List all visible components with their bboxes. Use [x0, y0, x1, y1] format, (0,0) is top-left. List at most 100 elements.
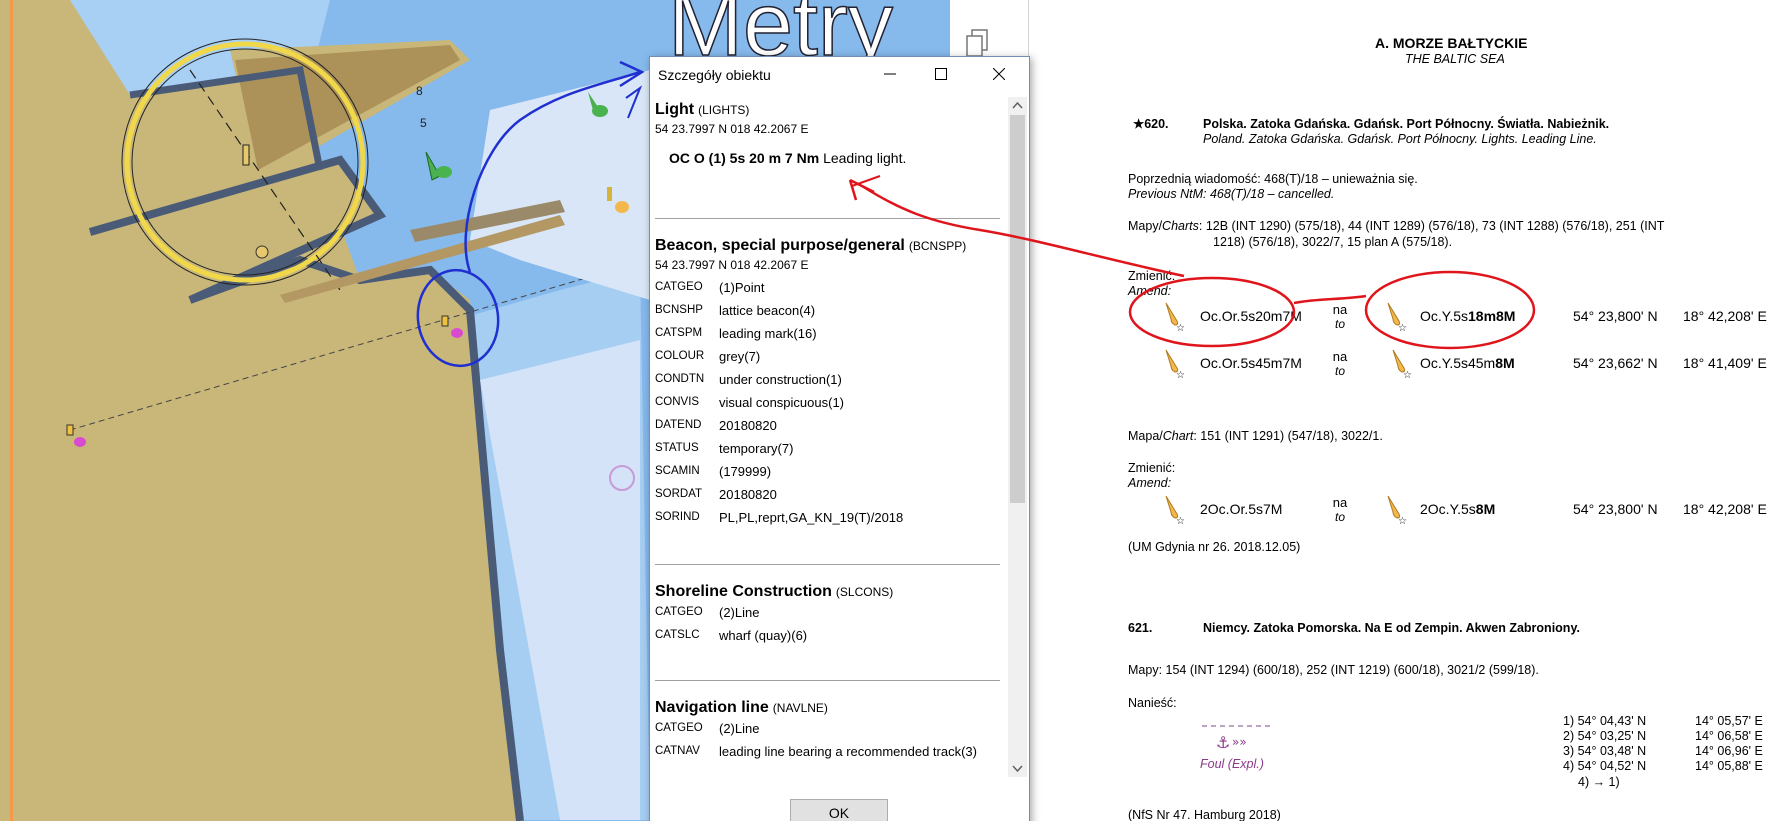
close-button[interactable]: [970, 57, 1028, 91]
attr-row: CONVIS visual conspicuous(1): [655, 395, 845, 410]
row3-na-to: na to: [1332, 495, 1348, 524]
light-flare-icon: ☆: [1165, 495, 1185, 524]
dialog-scrollbar[interactable]: [1008, 97, 1027, 777]
notice-620-number: ★620.: [1133, 117, 1169, 131]
svg-text:⚓: ⚓: [1216, 733, 1230, 752]
light-flare-icon: ☆: [1387, 495, 1407, 524]
notice-621-title: Niemcy. Zatoka Pomorska. Na E od Zempin.…: [1203, 621, 1580, 635]
svg-text:☆: ☆: [1403, 370, 1412, 378]
scroll-down-icon[interactable]: [1012, 765, 1023, 773]
attr-row: CONDTN under construction(1): [655, 372, 842, 387]
attr-row: CATSPM leading mark(16): [655, 326, 817, 341]
separator: [655, 218, 1000, 219]
svg-text:☆: ☆: [1398, 323, 1407, 331]
section-position: 54 23.7997 N 018 42.2067 E: [655, 258, 809, 272]
light-flare-icon: ☆: [1392, 349, 1412, 378]
row3-lat: 54° 23,800' N: [1573, 501, 1658, 517]
attr-row: CATSLC wharf (quay)(6): [655, 628, 808, 643]
notice-620-title-en: Poland. Zatoka Gdańska. Gdańsk. Port Pół…: [1203, 132, 1597, 146]
section-title: Shoreline Construction (SLCONS): [655, 583, 894, 600]
section-position: 54 23.7997 N 018 42.2067 E: [655, 122, 809, 136]
sounding-2: 5: [420, 116, 427, 130]
chart2-line: Mapa/Chart: 151 (INT 1291) (547/18), 302…: [1128, 429, 1383, 443]
dialog-titlebar[interactable]: Szczegóły obiektu: [650, 57, 1029, 91]
object-details-dialog[interactable]: Szczegóły obiektu Light (LIGHTS) 54 23.79…: [649, 56, 1030, 821]
svg-text:»»: »»: [1232, 735, 1247, 749]
separator: [655, 564, 1000, 565]
light-flare-icon: ☆: [1165, 349, 1185, 378]
close-polygon: 4) → 1): [1578, 775, 1620, 789]
section-beacon: Beacon, special purpose/general (BCNSPP) …: [655, 237, 1000, 529]
section-title: Beacon, special purpose/general (BCNSPP): [655, 237, 967, 254]
light-description: OC O (1) 5s 20 m 7 Nm Leading light.: [669, 150, 907, 166]
light-flare-icon: ☆: [1387, 302, 1407, 331]
separator: [655, 680, 1000, 681]
sounding-1: 8: [416, 84, 423, 98]
attr-row: CATGEO (2)Line: [655, 605, 760, 620]
section-shoreline: Shoreline Construction (SLCONS) CATGEO (2)…: [655, 583, 1000, 647]
dialog-content[interactable]: Light (LIGHTS) 54 23.7997 N 018 42.2067 E…: [650, 91, 1007, 769]
row2-from: Oc.Or.5s45m7M: [1200, 355, 1302, 371]
attr-row: BCNSHP lattice beacon(4): [655, 303, 816, 318]
row1-from: Oc.Or.5s20m7M: [1200, 308, 1302, 324]
point-3-lat: 3) 54° 03,48' N: [1563, 744, 1647, 758]
row1-lat: 54° 23,800' N: [1573, 308, 1658, 324]
notice-to-mariners-document[interactable]: A. MORZE BAŁTYCKIE THE BALTIC SEA ★620. …: [950, 0, 1791, 821]
row1-na-to: na to: [1332, 302, 1348, 331]
notice-620-prev-en: Previous NtM: 468(T)/18 – cancelled.: [1128, 187, 1335, 201]
amend2-label-en: Amend:: [1128, 476, 1172, 490]
point-2-lon: 14° 06,58' E: [1695, 729, 1763, 743]
notice-620-prev: Poprzednią wiadomość: 468(T)/18 – uniewa…: [1128, 172, 1418, 186]
charts-line-1: : 12B (INT 1290) (575/18), 44 (INT 1289)…: [1198, 219, 1665, 233]
point-2-lat: 2) 54° 03,25' N: [1563, 729, 1647, 743]
attr-row: SORDAT 20180820: [655, 487, 777, 502]
foul-label: Foul (Expl.): [1200, 757, 1264, 771]
dialog-title: Szczegóły obiektu: [658, 67, 771, 83]
point-4-lat: 4) 54° 04,52' N: [1563, 759, 1647, 773]
point-1-lon: 14° 05,57' E: [1695, 714, 1763, 728]
close-icon: [993, 68, 1005, 80]
charts-label-en: Charts: [1162, 219, 1199, 233]
attr-row: CATGEO (2)Line: [655, 721, 760, 736]
svg-text:☆: ☆: [1176, 516, 1185, 524]
svg-text:☆: ☆: [1176, 323, 1185, 331]
row2-new: Oc.Y.5s45m8M: [1420, 355, 1515, 371]
foul-symbol-icon: ⚓ »»: [1202, 725, 1272, 752]
notice-620-charts-line2: 1218) (576/18), 3022/7, 15 plan A (575/1…: [1213, 235, 1453, 249]
maximize-icon: [935, 68, 947, 80]
doc-header-en: THE BALTIC SEA: [1405, 52, 1505, 66]
section-title: Navigation line (NAVLNE): [655, 699, 828, 716]
section-title: Light (LIGHTS): [655, 101, 750, 118]
row1-lon: 18° 42,208' E: [1683, 308, 1767, 324]
notice-620-source: (UM Gdynia nr 26. 2018.12.05): [1128, 540, 1301, 554]
row2-na-to: na to: [1332, 349, 1348, 378]
charts-label: Mapy/: [1128, 219, 1163, 233]
attribute-list: CATGEO (1)Point BCNSHP lattice beacon(4) C…: [655, 276, 1000, 529]
scroll-up-icon[interactable]: [1012, 101, 1023, 109]
minimize-button[interactable]: [861, 57, 919, 91]
point-3-lon: 14° 06,96' E: [1695, 744, 1763, 758]
row3-from: 2Oc.Or.5s7M: [1200, 501, 1283, 517]
copy-icon[interactable]: [964, 28, 990, 58]
scrollbar-thumb[interactable]: [1010, 115, 1025, 503]
insert-label: Nanieść:: [1128, 696, 1177, 710]
light-flare-icon: ☆: [1165, 302, 1185, 331]
row3-new: 2Oc.Y.5s8M: [1420, 501, 1496, 517]
attr-row: COLOUR grey(7): [655, 349, 761, 364]
amend-label-en: Amend:: [1128, 284, 1172, 298]
section-light: Light (LIGHTS) 54 23.7997 N 018 42.2067 E…: [655, 101, 1000, 166]
amend2-label: Zmienić:: [1128, 461, 1176, 475]
row1-new: Oc.Y.5s18m8M: [1420, 308, 1516, 324]
row2-lon: 18° 41,409' E: [1683, 355, 1767, 371]
notice-621-source: (NfS Nr 47. Hamburg 2018): [1128, 808, 1281, 821]
amend-label: Zmienić:: [1128, 269, 1176, 283]
ok-button[interactable]: OK: [790, 799, 888, 821]
section-navigation-line: Navigation line (NAVLNE) CATGEO (2)Line CA…: [655, 699, 1000, 763]
maximize-button[interactable]: [912, 57, 970, 91]
notice-620-title: Polska. Zatoka Gdańska. Gdańsk. Port Pół…: [1203, 117, 1610, 131]
point-4-lon: 14° 05,88' E: [1695, 759, 1763, 773]
notice-621-charts: Mapy: 154 (INT 1294) (600/18), 252 (INT …: [1128, 663, 1539, 677]
notice-621-number: 621.: [1128, 621, 1153, 635]
attr-row: SORIND PL,PL,reprt,GA_KN_19(T)/2018: [655, 510, 904, 525]
row2-lat: 54° 23,662' N: [1573, 355, 1658, 371]
